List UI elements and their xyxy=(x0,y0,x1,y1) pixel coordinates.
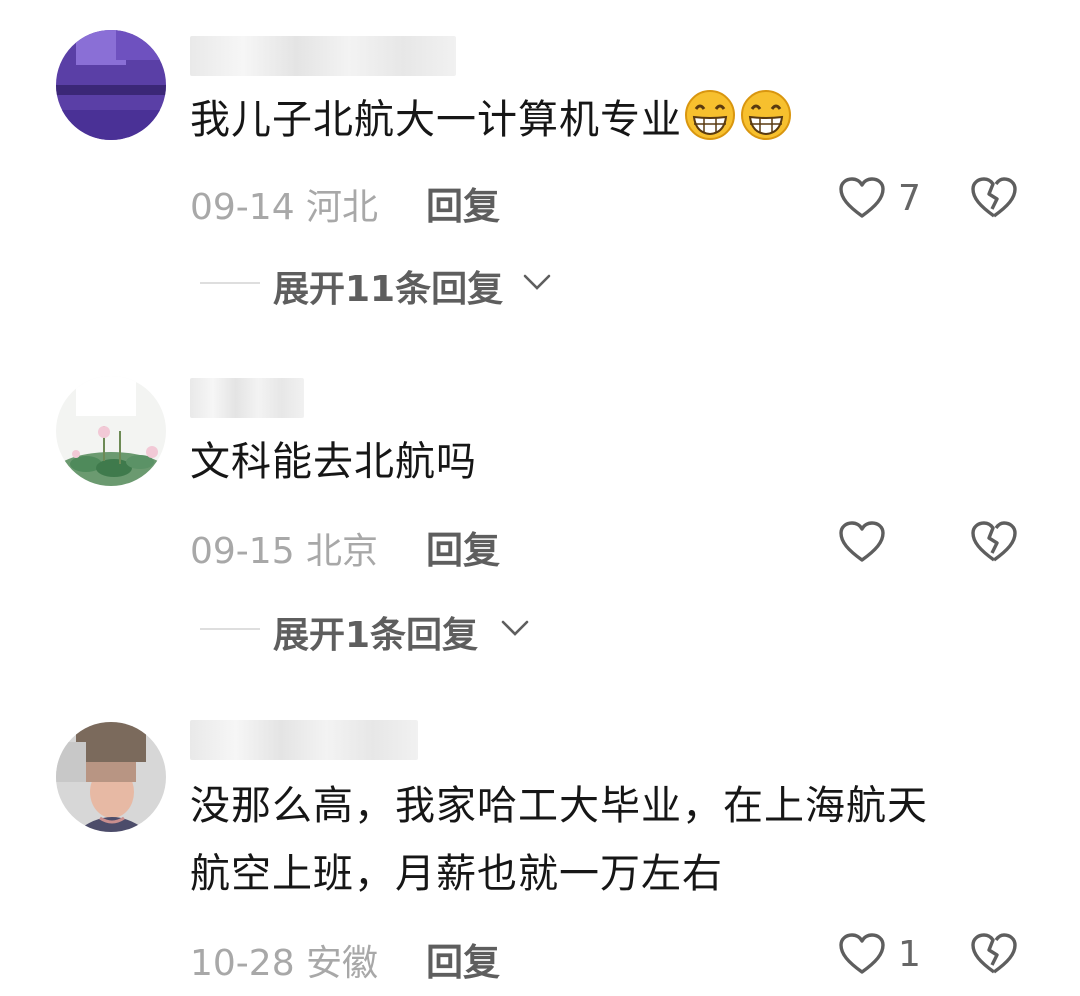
avatar-image xyxy=(56,722,166,832)
like-count: 1 xyxy=(898,934,921,975)
comment-item: 没那么高，我家哈工大毕业，在上海航天 航空上班，月薪也就一万左右 10-28 安… xyxy=(0,0,1080,996)
comment-text-line: 航空上班，月薪也就一万左右 xyxy=(190,851,723,897)
avatar[interactable] xyxy=(56,722,166,832)
username-blurred[interactable] xyxy=(190,720,418,760)
heart-outline-icon xyxy=(839,933,885,974)
comment-text: 没那么高，我家哈工大毕业，在上海航天 航空上班，月薪也就一万左右 xyxy=(190,772,1030,908)
reply-button[interactable]: 回复 xyxy=(426,932,500,986)
like-button[interactable]: 1 xyxy=(838,926,948,982)
comment-date-location: 10-28 安徽 xyxy=(190,943,379,984)
comment-meta: 10-28 安徽 回复 1 xyxy=(190,926,1040,984)
broken-heart-icon xyxy=(971,933,1017,974)
comment-text-line: 没那么高，我家哈工大毕业，在上海航天 xyxy=(190,783,928,829)
dislike-button[interactable] xyxy=(970,932,1020,978)
